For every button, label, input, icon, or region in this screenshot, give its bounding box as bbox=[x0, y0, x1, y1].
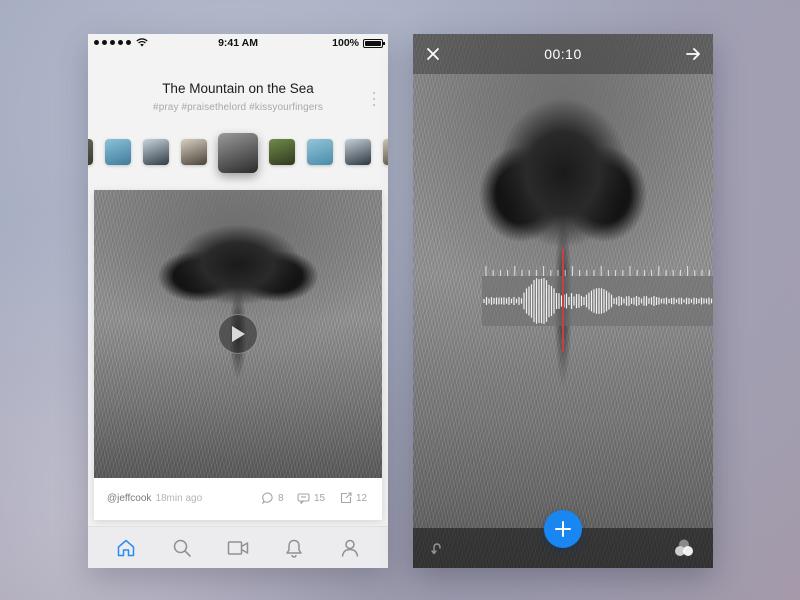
status-bar: 9:41 AM 100% bbox=[88, 34, 388, 52]
elapsed-time: 00:10 bbox=[544, 46, 582, 62]
undo-icon[interactable] bbox=[429, 540, 445, 556]
tab-notifications[interactable] bbox=[279, 533, 309, 563]
post-title: The Mountain on the Sea bbox=[162, 81, 314, 96]
thumb-partial-right[interactable] bbox=[383, 139, 388, 165]
arrow-right-icon[interactable] bbox=[685, 46, 701, 62]
thumb-city-1[interactable] bbox=[143, 139, 169, 165]
bell-icon bbox=[286, 539, 302, 558]
timeline-ruler bbox=[485, 266, 710, 276]
post-image[interactable] bbox=[94, 190, 382, 478]
search-icon bbox=[173, 539, 191, 557]
play-button[interactable] bbox=[218, 314, 258, 354]
tab-home[interactable] bbox=[111, 533, 141, 563]
playhead[interactable] bbox=[562, 248, 564, 352]
editor-header: 00:10 bbox=[413, 34, 713, 74]
comments-stat[interactable]: 8 bbox=[262, 492, 284, 504]
plus-icon bbox=[555, 521, 571, 537]
post-author[interactable]: @jeffcook bbox=[107, 493, 151, 504]
feed-screen: 9:41 AM 100% The Mountain on the Sea #pr… bbox=[88, 34, 388, 568]
comments-count: 8 bbox=[278, 492, 284, 504]
thumb-ocean-1[interactable] bbox=[105, 139, 131, 165]
thumb-ocean-2[interactable] bbox=[307, 139, 333, 165]
repost-icon bbox=[297, 493, 310, 504]
share-icon bbox=[340, 492, 352, 504]
post-hashtags: #pray #praisethelord #kissyourfingers bbox=[153, 102, 323, 113]
reposts-stat[interactable]: 15 bbox=[297, 492, 325, 504]
audio-editor-screen: 00:10 bbox=[413, 34, 713, 568]
thumb-cat-nose[interactable] bbox=[218, 133, 258, 173]
battery-percentage: 100% bbox=[332, 37, 359, 49]
waveform-track[interactable] bbox=[482, 276, 713, 326]
home-icon bbox=[117, 539, 135, 556]
user-icon bbox=[341, 539, 359, 557]
comment-icon bbox=[262, 492, 273, 504]
post-card: @jeffcook 18min ago 8 15 12 bbox=[94, 190, 382, 520]
thumb-partial-left[interactable] bbox=[88, 139, 93, 165]
reposts-count: 15 bbox=[314, 492, 326, 504]
thumb-city-2[interactable] bbox=[345, 139, 371, 165]
add-button[interactable] bbox=[544, 510, 582, 548]
thumb-tree[interactable] bbox=[269, 139, 295, 165]
post-time: 18min ago bbox=[155, 493, 203, 504]
waveform bbox=[483, 278, 713, 324]
post-meta: @jeffcook 18min ago 8 15 12 bbox=[94, 478, 382, 520]
tab-bar bbox=[88, 526, 388, 568]
more-options-icon[interactable] bbox=[372, 92, 376, 106]
shares-stat[interactable]: 12 bbox=[340, 492, 367, 504]
video-camera-icon bbox=[227, 540, 249, 555]
tab-search[interactable] bbox=[167, 533, 197, 563]
thumb-cactus[interactable] bbox=[181, 139, 207, 165]
thumbnail-strip bbox=[88, 132, 388, 174]
battery-icon bbox=[363, 38, 385, 48]
filters-icon[interactable] bbox=[673, 538, 695, 558]
shares-count: 12 bbox=[356, 492, 368, 504]
tab-video[interactable] bbox=[223, 533, 253, 563]
play-icon bbox=[232, 326, 245, 342]
tab-profile[interactable] bbox=[335, 533, 365, 563]
